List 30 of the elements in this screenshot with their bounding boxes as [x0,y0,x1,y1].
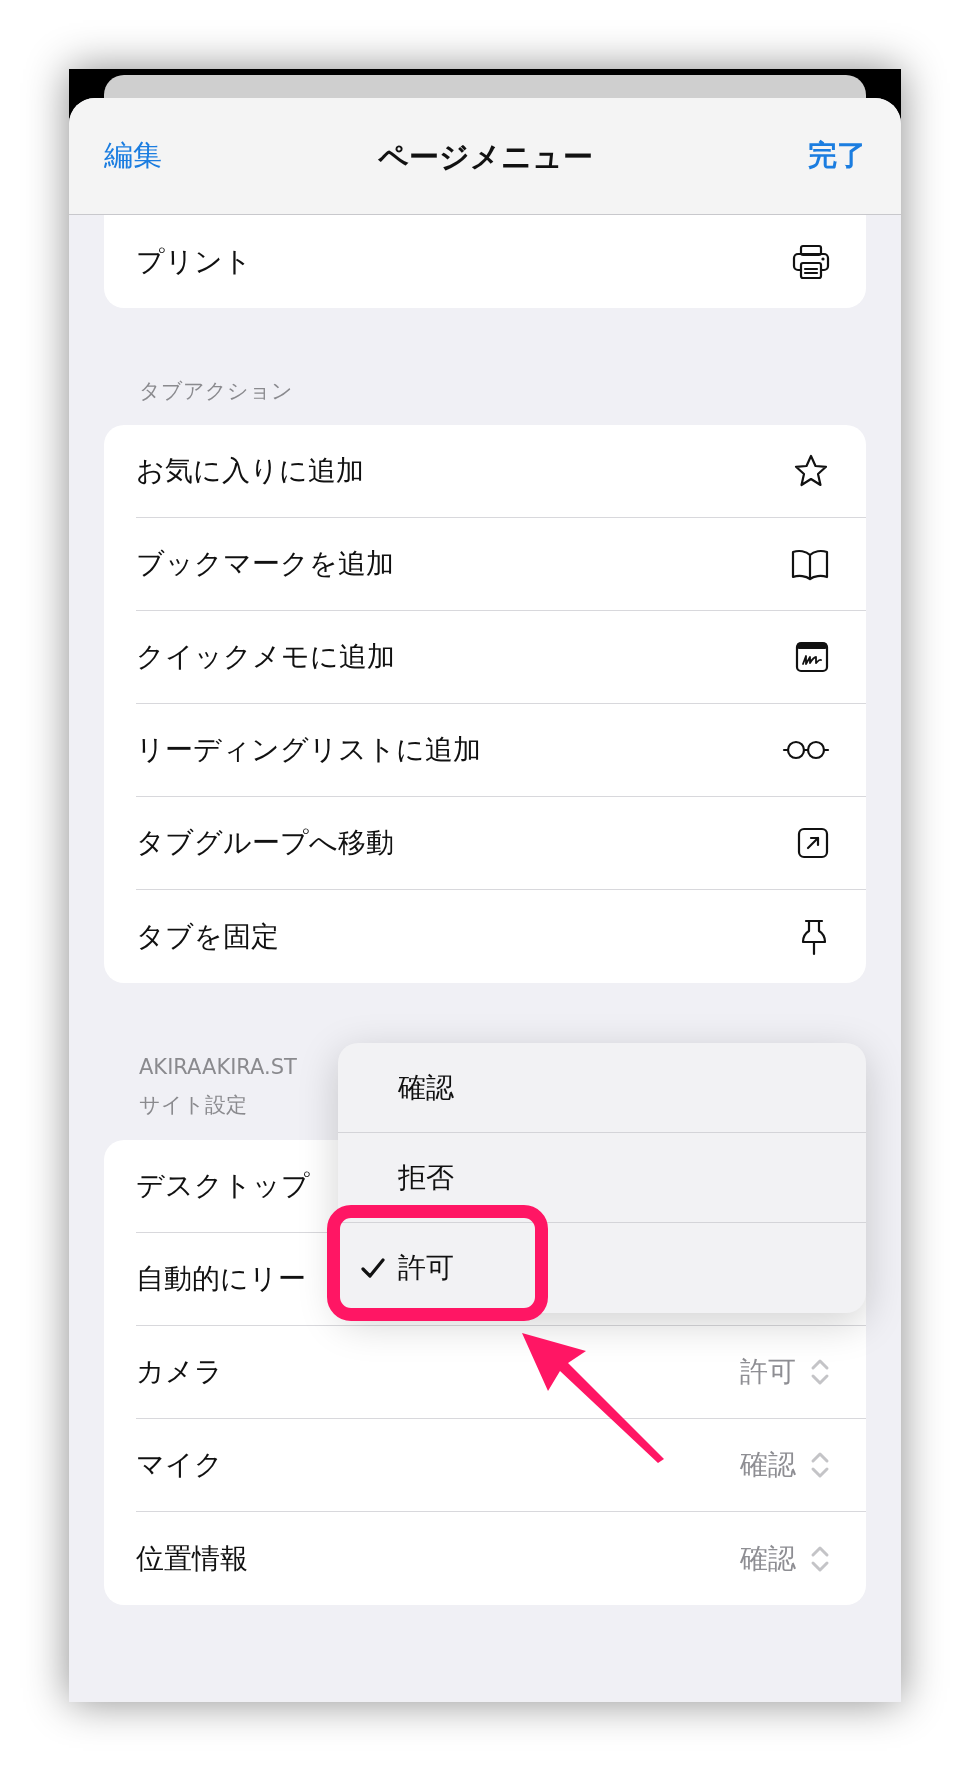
row-label[interactable]: 自動的にリー [136,1258,306,1300]
glasses-icon [782,738,830,762]
row-label[interactable]: 位置情報 [136,1537,248,1580]
up-down-chevron-icon [810,1357,830,1387]
site-domain: AKIRAAKIRA.ST [139,1054,298,1081]
popup-option[interactable]: 拒否 [338,1133,866,1223]
edit-button[interactable]: 編集 [104,134,214,178]
row-label[interactable]: リーディングリストに追加 [136,729,481,771]
row-label[interactable]: カメラ [136,1351,223,1393]
row-label[interactable]: マイク [136,1444,223,1486]
row-label[interactable]: タブを固定 [136,915,279,958]
section-heading: サイト設定 [139,1091,248,1119]
row-label[interactable]: ブックマークを追加 [136,543,394,585]
row-label[interactable]: デスクトップ [136,1165,310,1207]
sheet-title: ページメニュー [377,137,593,176]
arrow-square-icon [796,826,830,860]
checkmark-icon [360,1256,386,1280]
row-label[interactable]: プリント [136,240,252,283]
row-label[interactable]: クイックメモに追加 [136,636,395,678]
done-button[interactable]: 完了 [756,134,866,178]
star-icon [792,453,830,489]
row-label[interactable]: タブグループへ移動 [136,822,394,864]
memo-icon [794,640,830,674]
book-icon [790,547,830,581]
up-down-chevron-icon [810,1450,830,1480]
section-heading: タブアクション [139,377,293,405]
popup-option[interactable]: 許可 [338,1223,866,1313]
row-label[interactable]: お気に入りに追加 [136,450,364,492]
popup-option[interactable]: 確認 [338,1043,866,1133]
printer-icon [792,243,830,280]
